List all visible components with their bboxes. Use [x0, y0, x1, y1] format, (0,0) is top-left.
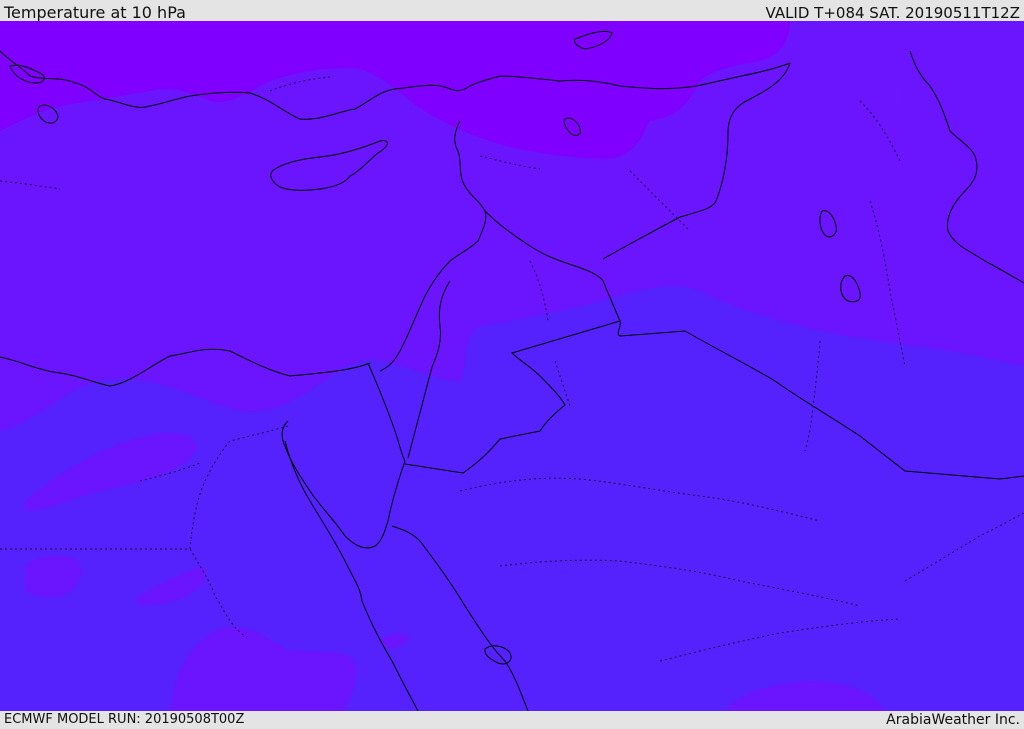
- temperature-map: [0, 21, 1024, 711]
- header-bar: Temperature at 10 hPa VALID T+084 SAT. 2…: [0, 0, 1024, 22]
- map-canvas: [0, 21, 1024, 711]
- model-run-label: ECMWF MODEL RUN: 20190508T00Z: [4, 712, 245, 727]
- valid-time-label: VALID T+084 SAT. 20190511T12Z: [765, 4, 1020, 22]
- provider-credit: ArabiaWeather Inc.: [886, 712, 1020, 728]
- footer-bar: ECMWF MODEL RUN: 20190508T00Z ArabiaWeat…: [0, 711, 1024, 729]
- weather-map-frame: Temperature at 10 hPa VALID T+084 SAT. 2…: [0, 0, 1024, 729]
- map-title: Temperature at 10 hPa: [4, 3, 186, 22]
